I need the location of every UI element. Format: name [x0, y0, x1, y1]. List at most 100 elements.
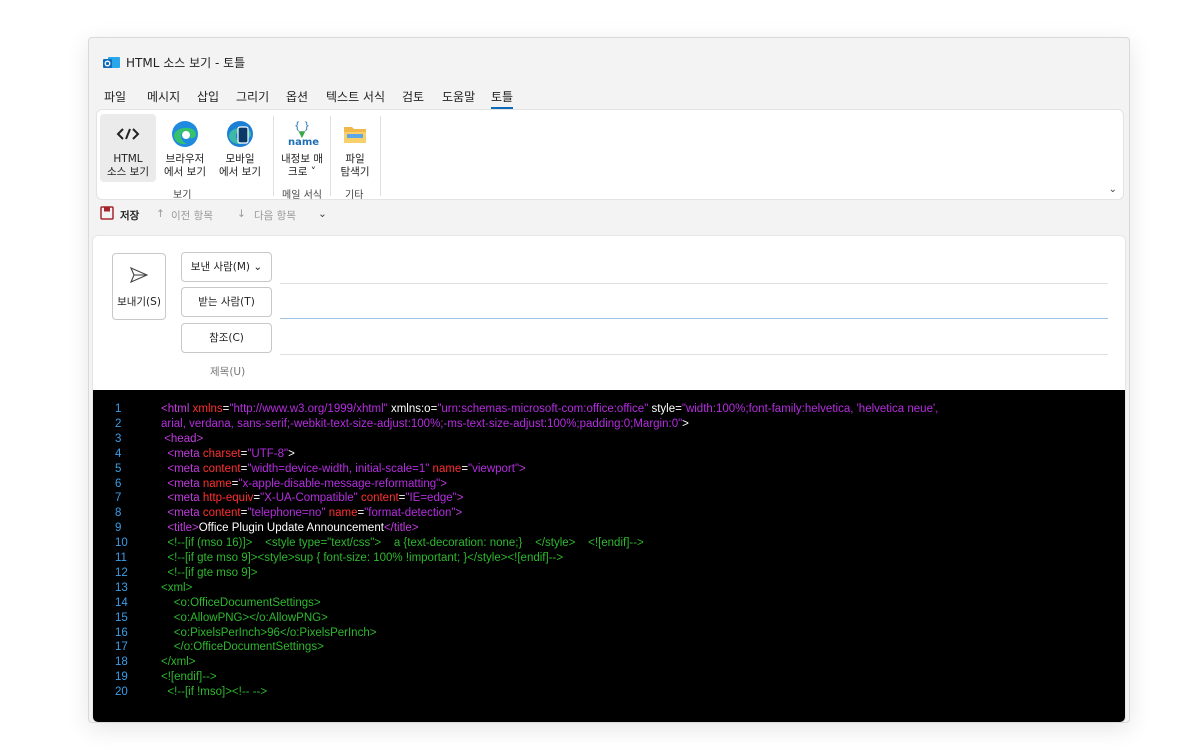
code-token: "UTF-8": [247, 447, 289, 460]
browser-view-button[interactable]: 브라우저 에서 보기: [159, 114, 211, 182]
edge-icon: [171, 120, 199, 148]
ribbon-collapse-chevron-icon[interactable]: ⌄: [1109, 184, 1117, 195]
from-button[interactable]: 보낸 사람(M) ⌄: [181, 252, 272, 282]
prev-item-button[interactable]: 이전 항목: [171, 208, 213, 223]
code-text: <meta content="width=device-width, initi…: [161, 462, 526, 477]
cc-button[interactable]: 참조(C): [181, 323, 272, 353]
code-text: <head>: [161, 432, 203, 447]
name-macro-label: 내정보 매 크로 ˅: [281, 153, 323, 178]
code-token: name: [202, 477, 232, 490]
mobile-view-label: 모바일 에서 보기: [219, 153, 261, 178]
folder-icon: [341, 120, 369, 148]
code-token: <!--[if gte mso 9]>: [161, 566, 258, 579]
menu-review[interactable]: 검토: [402, 88, 424, 105]
menu-text-format[interactable]: 텍스트 서식: [326, 88, 385, 105]
code-token: content: [202, 462, 241, 475]
code-token: <meta: [161, 462, 203, 475]
line-number: 9: [115, 522, 122, 535]
from-label: 보낸 사람(M): [190, 261, 251, 273]
code-icon: [114, 120, 142, 148]
save-button[interactable]: 저장: [120, 208, 139, 223]
code-token: <o:AllowPNG></o:AllowPNG>: [161, 611, 328, 624]
line-number: 3: [115, 432, 122, 445]
name-macro-button[interactable]: { } ▼ name 내정보 매 크로 ˅: [277, 114, 327, 182]
code-token: name: [429, 462, 462, 475]
file-explorer-button[interactable]: 파일 탐색기: [333, 114, 377, 182]
subject-label: 제목(U): [210, 366, 246, 378]
code-token: "X-UA-Compatible": [260, 492, 358, 505]
from-field[interactable]: [280, 283, 1108, 284]
line-number: 17: [115, 641, 128, 654]
code-text: <meta http-equiv="X-UA-Compatible" conte…: [161, 491, 463, 506]
menu-file[interactable]: 파일: [104, 88, 126, 105]
mobile-view-button[interactable]: 모바일 에서 보기: [214, 114, 266, 182]
code-token: content: [357, 492, 399, 505]
code-token: <o:OfficeDocumentSettings>: [161, 596, 321, 609]
title-bar: HTML 소스 보기 - 토틀: [89, 38, 1129, 86]
outlook-window: HTML 소스 보기 - 토틀 파일 메시지 삽입 그리기 옵션 텍스트 서식 …: [88, 37, 1130, 723]
line-number: 6: [115, 477, 122, 490]
code-text: <meta charset="UTF-8">: [161, 447, 295, 462]
line-number: 13: [115, 581, 128, 594]
html-source-button[interactable]: HTML 소스 보기: [100, 114, 156, 182]
code-token: <meta: [161, 492, 203, 505]
menu-message[interactable]: 메시지: [147, 88, 180, 105]
code-token: >: [455, 507, 463, 520]
code-token: <title>: [161, 522, 199, 535]
compose-pane: 보내기(S) 보낸 사람(M) ⌄ 받는 사람(T) 참조(C) 제목(U) 1…: [92, 235, 1126, 722]
qat-customize-icon[interactable]: ⌄: [318, 208, 327, 220]
line-number: 14: [115, 596, 128, 609]
next-item-button[interactable]: 다음 항목: [254, 208, 296, 223]
group-label-view: 보기: [173, 190, 192, 201]
to-field[interactable]: [280, 318, 1108, 319]
code-token: charset: [202, 447, 241, 460]
html-source-code-view[interactable]: 1 <html xmlns = "http://www.w3.org/1999/xht…: [93, 390, 1125, 722]
code-token: Office Plugin Update Announcement: [198, 522, 384, 535]
send-button[interactable]: 보내기(S): [112, 253, 166, 320]
code-text: <meta name="x-apple-disable-message-refo…: [161, 477, 447, 492]
menu-options[interactable]: 옵션: [286, 88, 308, 105]
code-token: >: [288, 447, 295, 460]
menu-help[interactable]: 도움말: [442, 88, 475, 105]
code-token: xmlns:o: [387, 403, 431, 415]
group-separator: [273, 116, 274, 196]
code-text: <meta content="telephone=no" name="forma…: [161, 506, 462, 521]
name-macro-icon: { } ▼ name: [288, 120, 319, 148]
code-token: <!--[if gte mso 9]><style>sup { font-siz…: [161, 552, 564, 564]
menu-insert[interactable]: 삽입: [197, 88, 219, 105]
chevron-down-icon: ⌄: [253, 261, 263, 273]
code-token: xmlns: [192, 403, 223, 415]
code-token: "urn:schemas-microsoft-com:office:office…: [437, 403, 649, 415]
code-text: <!--[if !mso]><!-- -->: [161, 685, 267, 700]
line-number: 18: [115, 656, 128, 669]
group-separator: [330, 116, 331, 196]
code-token: "IE=edge": [405, 492, 457, 505]
to-button[interactable]: 받는 사람(T): [181, 287, 272, 317]
code-token: >: [519, 462, 526, 475]
code-text: <o:OfficeDocumentSettings>: [161, 596, 321, 611]
menu-tottle[interactable]: 토틀: [491, 88, 514, 109]
html-source-label: HTML 소스 보기: [107, 153, 149, 178]
code-token: </xml>: [161, 656, 196, 669]
outlook-app-icon: [103, 55, 120, 69]
line-number: 8: [115, 507, 122, 520]
code-token: name: [325, 507, 358, 520]
code-token: "viewport": [468, 462, 520, 475]
save-icon[interactable]: [100, 206, 114, 223]
code-token: "http://www.w3.org/1999/xhtml": [229, 403, 388, 415]
up-arrow-icon: ↑: [156, 208, 165, 220]
menu-bar: 파일 메시지 삽입 그리기 옵션 텍스트 서식 검토 도움말 토틀: [89, 86, 1129, 110]
code-token: arial, verdana, sans-serif;-webkit-text-…: [161, 417, 683, 430]
line-number: 10: [115, 537, 128, 550]
code-token: <meta: [161, 507, 203, 520]
code-text: <o:AllowPNG></o:AllowPNG>: [161, 611, 328, 626]
send-label: 보내기(S): [117, 296, 161, 308]
code-token: "telephone=no": [247, 507, 326, 520]
code-token: <head>: [161, 432, 204, 445]
code-token: >: [440, 477, 447, 490]
menu-draw[interactable]: 그리기: [236, 88, 269, 105]
code-token: >: [456, 492, 464, 505]
cc-field[interactable]: [280, 354, 1108, 355]
ribbon: HTML 소스 보기 브라우저 에서 보기 모바일 에서 보기 {} ▼ na…: [96, 109, 1124, 201]
code-token: "format-detection": [364, 507, 456, 520]
